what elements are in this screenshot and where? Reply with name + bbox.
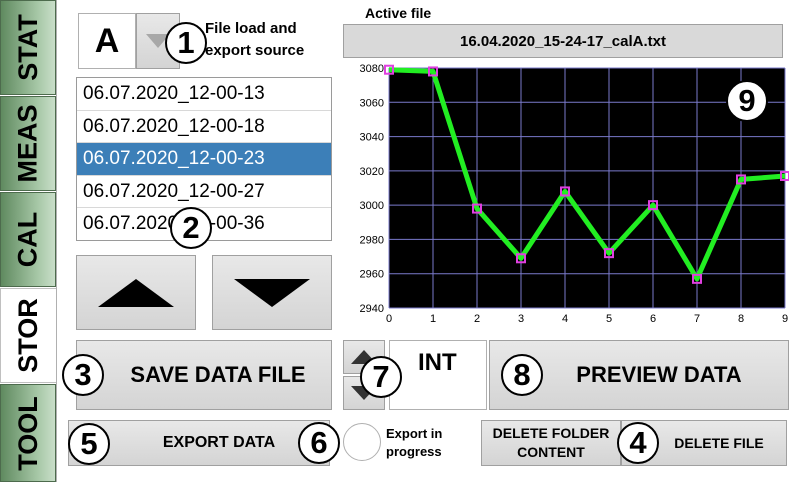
y-tick-label: 3060 [360, 97, 384, 109]
source-label: File load and export source [205, 18, 304, 62]
marker-4: 4 [617, 422, 659, 464]
scroll-up-button[interactable] [76, 255, 196, 330]
marker-3: 3 [62, 354, 104, 396]
active-file-field: 16.04.2020_15-24-17_calA.txt [343, 24, 783, 58]
delete-file-label: DELETE FILE [674, 435, 764, 451]
marker-6: 6 [298, 422, 340, 464]
y-tick-label: 2940 [360, 303, 384, 315]
x-tick-label: 1 [430, 313, 436, 325]
tab-tool[interactable]: TOOL [0, 384, 56, 482]
y-tick-label: 3000 [360, 200, 384, 212]
int-value-box[interactable]: INT [389, 340, 487, 410]
export-status-text: Export in progress [386, 425, 442, 461]
export-status-line2: progress [386, 444, 442, 459]
arrow-up-icon [98, 278, 174, 307]
tab-meas-label: MEAS [12, 104, 43, 183]
tab-stor-label: STOR [13, 298, 44, 373]
save-data-file-button[interactable]: SAVE DATA FILE [76, 340, 332, 410]
y-tick-label: 3080 [360, 63, 384, 75]
x-tick-label: 2 [474, 313, 480, 325]
preview-data-label: PREVIEW DATA [576, 362, 742, 387]
export-data-label: EXPORT DATA [162, 434, 276, 451]
export-progress-indicator [343, 423, 381, 461]
arrow-down-icon [234, 278, 310, 307]
line-chart: 2940 2960 2980 3000 3020 3040 3060 3080 0 1 2 3 4 5 6 7… [360, 63, 790, 325]
x-tick-label: 3 [518, 313, 524, 325]
list-item-selected[interactable]: 06.07.2020_12-00-23 [77, 143, 331, 176]
delete-folder-line1: DELETE FOLDER [492, 425, 610, 441]
x-tick-label: 8 [738, 313, 744, 325]
list-item[interactable]: 06.07.2020_12-00-27 [77, 176, 331, 208]
active-file-label: Active file [365, 5, 432, 21]
tab-stat[interactable]: STAT [0, 0, 56, 95]
marker-9: 9 [726, 80, 768, 122]
save-data-file-label: SAVE DATA FILE [130, 362, 306, 387]
scroll-down-button[interactable] [212, 255, 332, 330]
x-tick-label: 9 [782, 313, 788, 325]
tab-divider [56, 0, 57, 482]
marker-5: 5 [68, 423, 110, 465]
source-letter: A [94, 21, 120, 60]
data-chart: 2940 2960 2980 3000 3020 3040 3060 3080 0 1 2 3 4 5 6 7… [343, 62, 790, 330]
x-tick-label: 7 [694, 313, 700, 325]
tab-meas[interactable]: MEAS [0, 96, 56, 191]
y-tick-label: 2980 [360, 234, 384, 246]
delete-folder-content-button[interactable]: DELETE FOLDER CONTENT [481, 420, 621, 466]
y-tick-label: 2960 [360, 269, 384, 281]
source-label-line1: File load and [205, 20, 297, 37]
marker-7: 7 [360, 356, 402, 398]
int-value: INT [418, 349, 457, 376]
x-tick-label: 5 [606, 313, 612, 325]
y-tick-label: 3040 [360, 132, 384, 144]
x-tick-label: 0 [386, 313, 392, 325]
tab-cal[interactable]: CAL [0, 192, 56, 287]
source-letter-box[interactable]: A [78, 13, 136, 69]
list-item[interactable]: 06.07.2020_12-00-13 [77, 78, 331, 111]
source-label-line2: export source [205, 42, 305, 59]
y-tick-label: 3020 [360, 166, 384, 178]
delete-folder-line2: CONTENT [517, 444, 585, 460]
active-file-value: 16.04.2020_15-24-17_calA.txt [460, 32, 666, 50]
marker-2: 2 [170, 207, 212, 249]
marker-8: 8 [501, 354, 543, 396]
export-status-line1: Export in [386, 426, 443, 441]
x-tick-label: 6 [650, 313, 656, 325]
tab-cal-label: CAL [12, 211, 43, 268]
list-item[interactable]: 06.07.2020_12-00-18 [77, 111, 331, 143]
tab-tool-label: TOOL [12, 395, 43, 471]
marker-1: 1 [165, 22, 207, 64]
x-tick-label: 4 [562, 313, 568, 325]
tab-stor[interactable]: STOR [0, 288, 56, 383]
tab-stat-label: STAT [12, 14, 43, 81]
